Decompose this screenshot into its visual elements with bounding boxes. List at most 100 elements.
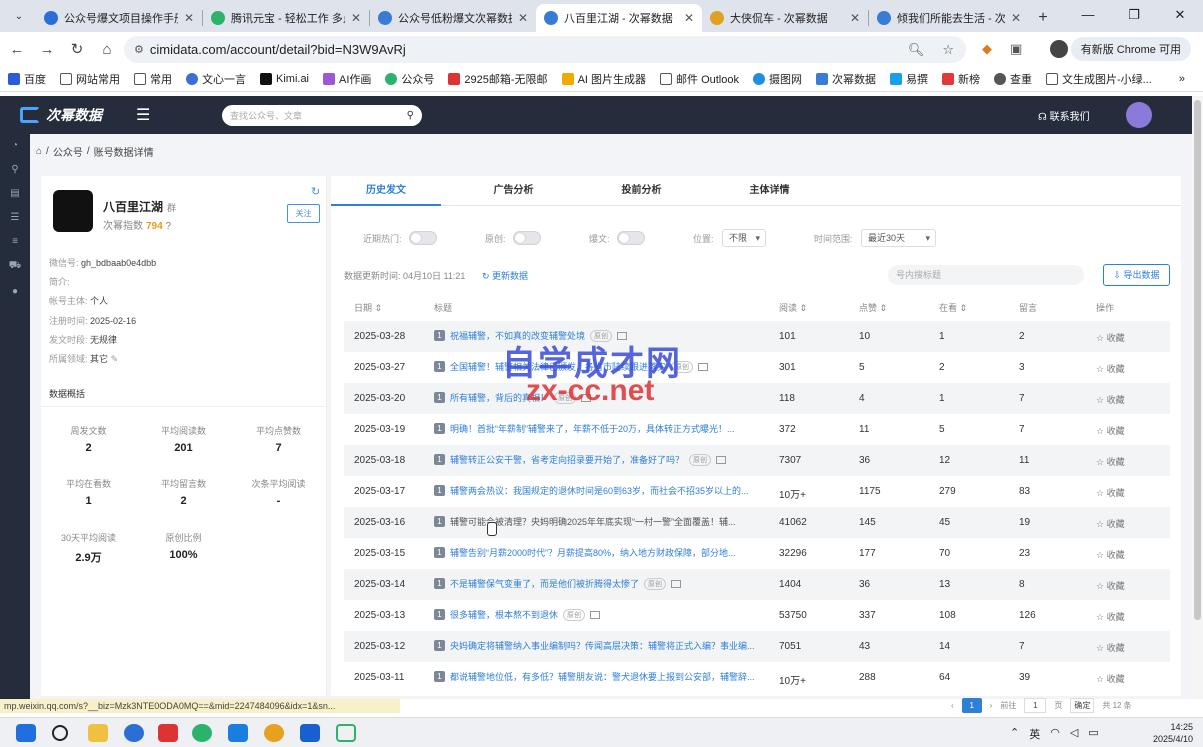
favorite-button[interactable]: ☆ 收藏	[1096, 548, 1125, 561]
tab-history-posts[interactable]: 历史发文	[331, 176, 441, 206]
chevron-up-icon[interactable]: ⌃	[1010, 726, 1019, 742]
next-page-icon[interactable]: ›	[990, 701, 993, 710]
image-icon[interactable]	[671, 579, 682, 588]
favorite-button[interactable]: ☆ 收藏	[1096, 424, 1125, 437]
maximize-icon[interactable]: ❐	[1111, 0, 1157, 30]
browser-tab[interactable]: 大侠侃车 - 次幂数据 ✕	[702, 4, 868, 32]
ime-indicator[interactable]: 英	[1029, 726, 1040, 742]
col-read[interactable]: 阅读 ⇕	[779, 301, 807, 314]
list-icon[interactable]: ☰	[11, 212, 20, 223]
more-bookmarks-icon[interactable]: »	[1179, 73, 1185, 85]
favorite-button[interactable]: ☆ 收藏	[1096, 672, 1125, 685]
page-scrollbar[interactable]	[1192, 96, 1203, 699]
favorite-button[interactable]: ☆ 收藏	[1096, 641, 1125, 654]
page-confirm-button[interactable]: 确定	[1070, 697, 1095, 713]
site-logo[interactable]: 次幂数据	[0, 105, 130, 125]
close-icon[interactable]: ✕	[850, 11, 860, 25]
article-link[interactable]: 辅警两会热议：我国规定的退休时间是60到63岁，而社会不招35岁以上的...	[450, 484, 749, 497]
close-icon[interactable]: ✕	[518, 11, 528, 25]
favorite-button[interactable]: ☆ 收藏	[1096, 610, 1125, 623]
original-toggle[interactable]	[513, 231, 541, 245]
site-search-input[interactable]: 查找公众号、文章 ⚲	[222, 105, 422, 126]
crumb-wechat[interactable]: 公众号	[53, 144, 83, 159]
article-link[interactable]: 辅警转正公安干警，省考定向招录要开始了，准备好了吗？	[450, 453, 684, 466]
search-nav-icon[interactable]: ⚲	[11, 164, 18, 175]
volume-icon[interactable]: ◁	[1070, 726, 1078, 742]
minimize-icon[interactable]: —	[1065, 0, 1111, 30]
prev-page-icon[interactable]: ‹	[951, 701, 954, 710]
article-link[interactable]: 央妈确定将辅警纳入事业编制吗？传闻高层决策：辅警将正式入编？事业编...	[450, 639, 755, 652]
battery-icon[interactable]: ▭	[1088, 726, 1098, 742]
export-button[interactable]: ⇩ 导出数据	[1103, 264, 1170, 286]
scrollbar-thumb[interactable]	[1194, 100, 1201, 620]
chrome-update-button[interactable]: 有新版 Chrome 可用	[1070, 37, 1191, 61]
user-icon[interactable]: ●	[12, 286, 18, 297]
article-link[interactable]: 都说辅警地位低，有多低？辅警朋友说：警犬退休要上报到公安部，辅警辞...	[450, 670, 755, 683]
title-search-input[interactable]: 号内搜标题	[888, 265, 1084, 285]
zoom-icon[interactable]: 🔍︎	[908, 42, 925, 58]
close-icon[interactable]: ✕	[1011, 11, 1021, 25]
browser-tab[interactable]: 腾讯元宝 - 轻松工作 多点生活✕	[203, 4, 369, 32]
search-icon[interactable]: ⚲	[407, 110, 414, 121]
app-icon[interactable]	[228, 724, 248, 742]
favorite-button[interactable]: ☆ 收藏	[1096, 486, 1125, 499]
bookmark-item[interactable]: 文心一言	[186, 71, 246, 87]
favorite-button[interactable]: ☆ 收藏	[1096, 517, 1125, 530]
wifi-icon[interactable]: ◠	[1050, 726, 1060, 742]
article-link[interactable]: 不是辅警保气变重了，而是他们被折腾得太惨了	[450, 577, 639, 590]
bookmark-item[interactable]: AI 图片生成器	[561, 71, 646, 87]
bookmark-folder[interactable]: 网站常用	[60, 71, 120, 87]
user-avatar[interactable]	[1126, 102, 1152, 128]
menu-toggle-icon[interactable]: ☰	[136, 105, 150, 125]
favorite-button[interactable]: ☆ 收藏	[1096, 393, 1125, 406]
favorite-button[interactable]: ☆ 收藏	[1096, 455, 1125, 468]
search-taskbar-icon[interactable]	[52, 725, 68, 741]
help-icon[interactable]: ?	[165, 221, 171, 232]
favorite-button[interactable]: ☆ 收藏	[1096, 362, 1125, 375]
bookmark-item[interactable]: 百度	[8, 71, 46, 87]
favorite-button[interactable]: ☆ 收藏	[1096, 331, 1125, 344]
page-goto-input[interactable]: 1	[1024, 697, 1047, 713]
wps-icon[interactable]	[158, 724, 178, 742]
image-icon[interactable]	[590, 610, 601, 619]
cart-icon[interactable]: ⛟	[9, 260, 22, 273]
start-icon[interactable]	[16, 724, 36, 742]
dashboard-icon[interactable]: ◔	[12, 140, 18, 151]
contact-link[interactable]: ☊ 联系我们	[1038, 108, 1090, 123]
article-link[interactable]: 很多辅警，根本熬不到退休	[450, 608, 558, 621]
hot-toggle[interactable]	[409, 231, 437, 245]
bookmark-item[interactable]: 易撰	[889, 71, 928, 87]
close-window-icon[interactable]: ✕	[1157, 0, 1203, 30]
url-field[interactable]: ⚙ cimidata.com/account/detail?bid=N3W9Av…	[124, 36, 966, 63]
article-link[interactable]: 明确！首批“年薪制”辅警来了，年薪不低于20万，具体转正方式曝光！...	[450, 422, 735, 435]
position-select[interactable]: 不限	[722, 229, 766, 247]
bookmark-folder[interactable]: 邮件 Outlook	[660, 71, 739, 87]
edit-icon[interactable]: ✎	[111, 354, 119, 364]
extension-icon[interactable]: ◆	[982, 41, 992, 57]
tab-pre-analysis[interactable]: 投前分析	[589, 176, 694, 206]
close-icon[interactable]: ✕	[351, 11, 361, 25]
refresh-icon[interactable]: ↻	[311, 185, 320, 198]
forward-icon[interactable]: →	[32, 41, 62, 58]
explorer-icon[interactable]	[88, 724, 108, 742]
article-link[interactable]: 辅警告别“月薪2000时代”？月薪提高80%，纳入地方财政保障，部分地...	[450, 546, 736, 559]
bookmark-item[interactable]: 次幂数据	[815, 71, 876, 87]
bookmark-star-icon[interactable]: ☆	[942, 42, 954, 58]
extensions-puzzle-icon[interactable]: ▣	[1010, 41, 1022, 57]
col-like[interactable]: 点赞 ⇕	[859, 301, 887, 314]
bookmark-item[interactable]: 公众号	[385, 71, 434, 87]
bookmark-item[interactable]: 查重	[993, 71, 1032, 87]
col-date[interactable]: 日期 ⇕	[354, 301, 382, 314]
viral-toggle[interactable]	[617, 231, 645, 245]
bookmark-folder[interactable]: 常用	[134, 71, 172, 87]
home-crumb-icon[interactable]: ⌂	[36, 146, 42, 157]
col-watch[interactable]: 在看 ⇕	[939, 301, 967, 314]
app-icon[interactable]	[124, 724, 144, 742]
bookmark-item[interactable]: 2925邮箱-无限邮	[448, 71, 548, 87]
tab-search-icon[interactable]: ⌄	[6, 3, 32, 29]
image-icon[interactable]	[698, 362, 709, 371]
page-current[interactable]: 1	[961, 697, 982, 713]
site-info-icon[interactable]: ⚙	[134, 43, 144, 56]
browser-tab-active[interactable]: 八百里江湖 - 次幂数据 ✕	[536, 4, 702, 32]
close-icon[interactable]: ✕	[684, 11, 694, 25]
